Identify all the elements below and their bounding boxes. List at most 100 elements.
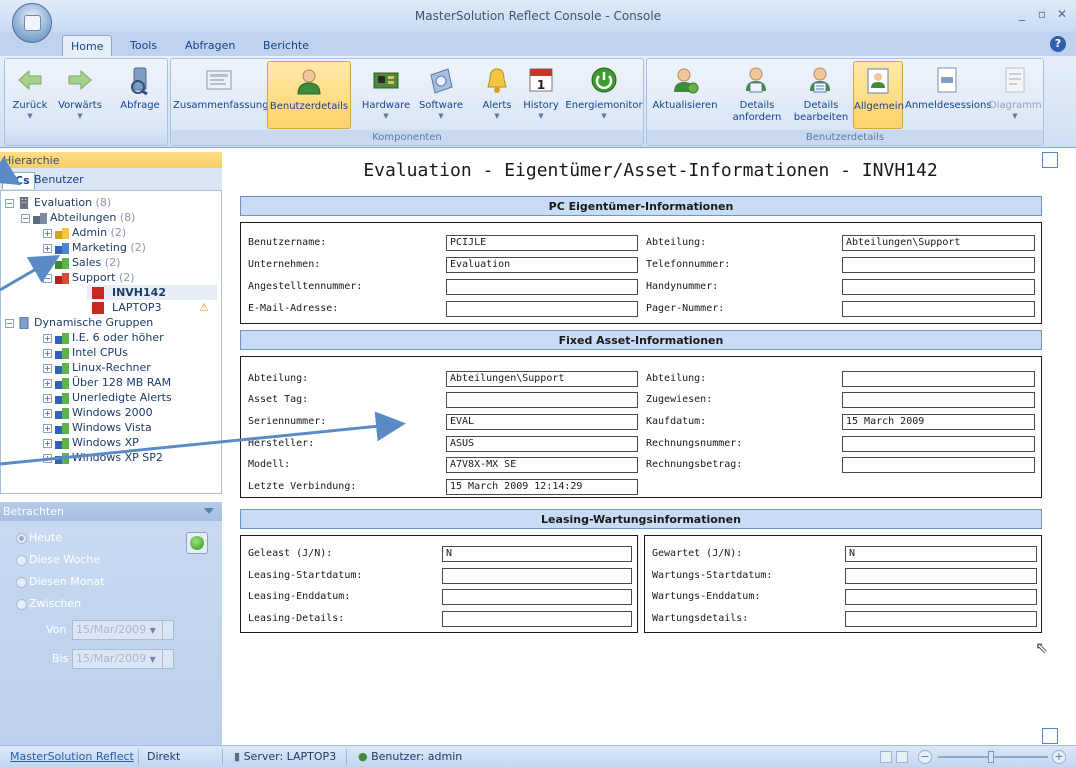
history-button[interactable]: 1 History ▼ (519, 61, 563, 129)
collapse-icon[interactable]: − (21, 213, 30, 223)
tab-home[interactable]: Home (62, 35, 113, 56)
expand-icon[interactable]: + (43, 243, 52, 253)
tab-tools[interactable]: Tools (122, 35, 165, 56)
maintained-field[interactable]: N (845, 546, 1037, 562)
minimize-icon[interactable]: _ (1014, 6, 1030, 22)
expand-icon[interactable]: + (43, 453, 52, 463)
software-button[interactable]: Software ▼ (415, 61, 467, 129)
expand-icon[interactable]: + (43, 258, 52, 268)
to-date-picker[interactable]: 15/Mar/2009 ▼ (72, 649, 172, 669)
subtab-benutzer[interactable]: Benutzer (30, 172, 88, 189)
tree-node-win2000[interactable]: + Windows 2000 (43, 405, 153, 420)
collapse-icon[interactable]: − (5, 198, 14, 208)
apply-button[interactable] (186, 532, 208, 554)
department-field[interactable]: Abteilungen\Support (842, 235, 1035, 251)
view-normal-icon[interactable] (880, 751, 892, 763)
tree-node-ie6[interactable]: + I.E. 6 oder höher (43, 330, 164, 345)
hardware-button[interactable]: Hardware ▼ (359, 61, 413, 129)
back-button[interactable]: Zurück ▼ (7, 61, 53, 129)
company-field[interactable]: Evaluation (446, 257, 638, 273)
expand-icon[interactable]: + (43, 333, 52, 343)
expand-icon[interactable]: + (43, 348, 52, 358)
zoom-in-icon[interactable]: + (1052, 750, 1066, 764)
tree-node-marketing[interactable]: + Marketing (2) (43, 240, 146, 255)
phone-field[interactable] (842, 257, 1035, 273)
maintenance-end-field[interactable] (845, 589, 1037, 605)
manufacturer-field[interactable]: ASUS (446, 436, 638, 452)
tree-node-dynamic-groups[interactable]: − Dynamische Gruppen (5, 315, 153, 330)
from-date-picker[interactable]: 15/Mar/2009 ▼ (72, 620, 172, 640)
expand-icon[interactable]: + (43, 228, 52, 238)
diagram-button[interactable]: Diagramm ▼ (989, 61, 1042, 129)
from-date-spinner[interactable] (162, 620, 174, 640)
expand-icon[interactable]: + (43, 363, 52, 373)
maintenance-start-field[interactable] (845, 568, 1037, 584)
expand-icon[interactable]: + (43, 423, 52, 433)
tree-node-vista[interactable]: + Windows Vista (43, 420, 152, 435)
edit-details-button[interactable]: Details bearbeiten (789, 61, 853, 129)
invoice-number-field[interactable] (842, 436, 1035, 452)
radio-between[interactable]: Zwischen (16, 596, 81, 611)
expand-icon[interactable]: + (43, 378, 52, 388)
help-icon[interactable]: ? (1050, 36, 1066, 52)
radio-this-week[interactable]: Diese Woche (16, 552, 100, 567)
collapse-icon[interactable]: − (43, 273, 52, 283)
tab-berichte[interactable]: Berichte (255, 35, 317, 56)
assigned-field[interactable] (842, 392, 1035, 408)
forward-button[interactable]: Vorwärts ▼ (53, 61, 107, 129)
collapse-icon[interactable]: − (5, 318, 14, 328)
request-details-button[interactable]: Details anfordern (725, 61, 789, 129)
tree-node-invh142[interactable]: INVH142 (87, 285, 217, 300)
tree-node-alerts[interactable]: + Unerledigte Alerts (43, 390, 172, 405)
application-menu-button[interactable] (12, 3, 52, 43)
tree-node-abteilungen[interactable]: − Abteilungen (8) (21, 210, 135, 225)
alerts-button[interactable]: Alerts ▼ (477, 61, 517, 129)
leased-field[interactable]: N (442, 546, 632, 562)
email-field[interactable] (446, 301, 638, 317)
maintenance-details-field[interactable] (845, 611, 1037, 627)
last-connection-field[interactable]: 15 March 2009 12:14:29 (446, 479, 638, 495)
leasing-start-field[interactable] (442, 568, 632, 584)
pager-field[interactable] (842, 301, 1035, 317)
purchase-date-field[interactable]: 15 March 2009 (842, 414, 1035, 430)
pane-corner-handle-top[interactable] (1042, 152, 1058, 168)
tree-node-sales[interactable]: + Sales (2) (43, 255, 120, 270)
tree-node-support[interactable]: − Support (2) (43, 270, 135, 285)
tree-node-linux[interactable]: + Linux-Rechner (43, 360, 151, 375)
tree-node-winxpsp2[interactable]: + Windows XP SP2 (43, 450, 163, 465)
username-field[interactable]: PCIJLE (446, 235, 638, 251)
energy-monitor-button[interactable]: Energiemonitor ▼ (565, 61, 643, 129)
expand-icon[interactable]: + (43, 408, 52, 418)
to-date-spinner[interactable] (162, 649, 174, 669)
serial-number-field[interactable]: EVAL (446, 414, 638, 430)
tree-node-winxp[interactable]: + Windows XP (43, 435, 139, 450)
login-sessions-button[interactable]: Anmeldesessions (905, 61, 992, 129)
view-layout-icon[interactable] (896, 751, 908, 763)
user-details-button[interactable]: Benutzerdetails (267, 61, 351, 129)
app-link[interactable]: MasterSolution Reflect (10, 750, 134, 763)
summary-button[interactable]: Zusammenfassung (173, 61, 269, 129)
tab-abfragen[interactable]: Abfragen (177, 35, 243, 56)
view-header[interactable]: Betrachten (0, 502, 222, 521)
employee-number-field[interactable] (446, 279, 638, 295)
query-button[interactable]: Abfrage (113, 61, 167, 129)
general-button[interactable]: Allgemein (853, 61, 904, 129)
zoom-slider-thumb[interactable] (988, 751, 994, 763)
expand-icon[interactable]: + (43, 438, 52, 448)
collapse-arrow-icon[interactable] (204, 508, 214, 514)
zoom-out-icon[interactable]: − (918, 750, 932, 764)
tree-node-ram[interactable]: + Über 128 MB RAM (43, 375, 171, 390)
tree-node-evaluation[interactable]: − Evaluation (8) (5, 195, 111, 210)
asset-department-field[interactable]: Abteilungen\Support (446, 371, 638, 387)
asset-department-2-field[interactable] (842, 371, 1035, 387)
tree-node-laptop3[interactable]: LAPTOP3 ⚠ (87, 300, 219, 315)
expand-icon[interactable]: + (43, 393, 52, 403)
mobile-field[interactable] (842, 279, 1035, 295)
model-field[interactable]: A7V8X-MX SE (446, 457, 638, 473)
leasing-details-field[interactable] (442, 611, 632, 627)
invoice-amount-field[interactable] (842, 457, 1035, 473)
leasing-end-field[interactable] (442, 589, 632, 605)
radio-this-month[interactable]: Diesen Monat (16, 574, 105, 589)
tree-node-intel[interactable]: + Intel CPUs (43, 345, 128, 360)
close-icon[interactable]: ✕ (1054, 6, 1070, 22)
